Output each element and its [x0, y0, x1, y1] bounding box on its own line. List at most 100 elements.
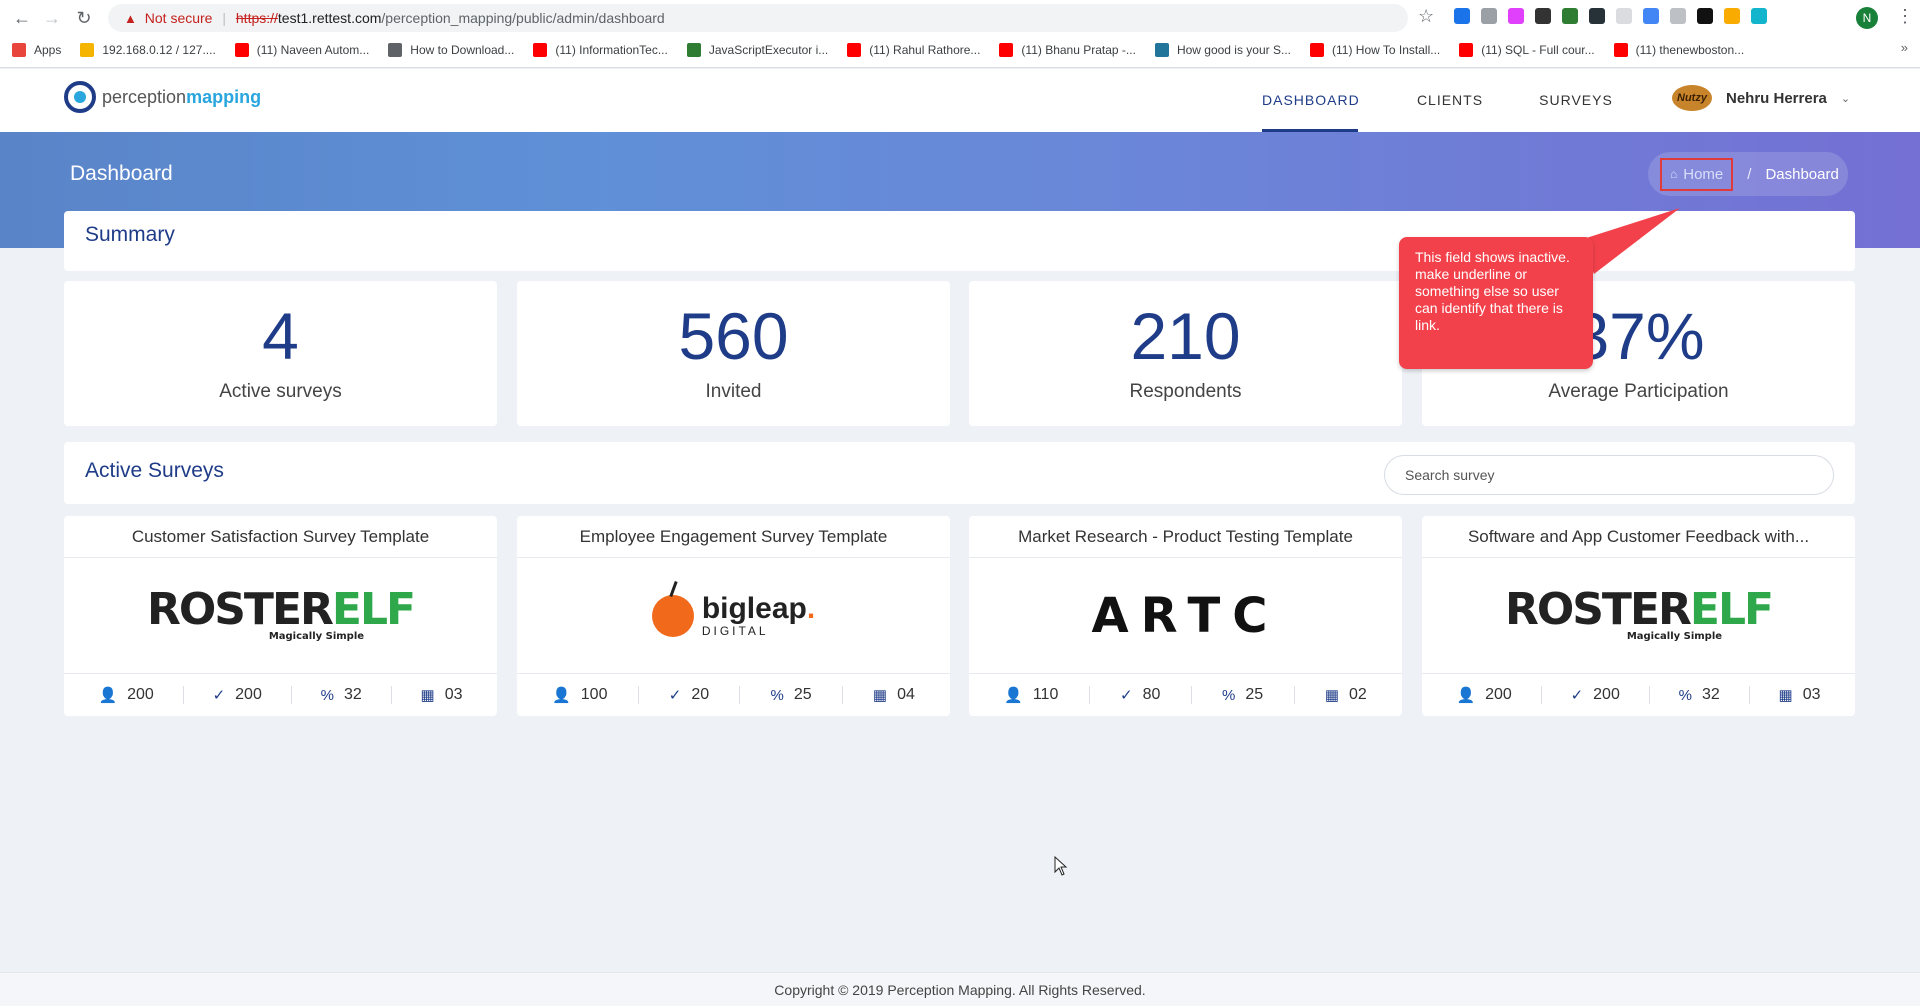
nav-surveys[interactable]: SURVEYS — [1538, 69, 1614, 132]
bookmark-item[interactable]: Apps — [12, 43, 61, 57]
extension-icon[interactable] — [1751, 8, 1767, 24]
extension-icon[interactable] — [1454, 8, 1470, 24]
extension-icon[interactable] — [1481, 8, 1497, 24]
survey-card[interactable]: Employee Engagement Survey Template bigl… — [517, 516, 950, 716]
survey-card-stats: 👤 200 ✓ 200 % 32 ▦ 03 — [1422, 674, 1855, 716]
breadcrumb-separator: / — [1747, 165, 1752, 183]
bookmark-label: (11) Rahul Rathore... — [869, 43, 981, 57]
percent-value: 25 — [793, 686, 812, 703]
responded-stat: ✓ 200 — [213, 686, 262, 704]
bookmark-item[interactable]: How good is your S... — [1154, 43, 1291, 57]
bookmark-favicon — [686, 43, 701, 57]
home-icon: ⌂ — [1670, 167, 1678, 181]
bookmark-label: (11) Bhanu Pratap -... — [1021, 43, 1136, 57]
survey-card[interactable]: Software and App Customer Feedback with.… — [1422, 516, 1855, 716]
survey-card-title[interactable]: Employee Engagement Survey Template — [517, 516, 950, 558]
bookmarks-bar: Apps 192.168.0.12 / 127.... (11) Naveen … — [0, 38, 1920, 62]
forward-icon[interactable]: → — [40, 6, 64, 30]
calendar-icon: ▦ — [872, 687, 888, 704]
bookmark-item[interactable]: (11) Naveen Autom... — [234, 43, 369, 57]
logo-text: ELF — [331, 583, 416, 635]
rosterelf-logo: ROSTERELF Magically Simple — [147, 587, 416, 643]
extension-icon[interactable] — [1670, 8, 1686, 24]
logo-text: ELF — [1689, 583, 1774, 635]
survey-card-stats: 👤 200 ✓ 200 % 32 ▦ 03 — [64, 674, 497, 716]
bookmark-item[interactable]: (11) How To Install... — [1310, 43, 1440, 57]
responded-count: 200 — [1593, 686, 1620, 703]
divider — [841, 686, 843, 704]
bookmark-item[interactable]: 192.168.0.12 / 127.... — [80, 43, 216, 57]
bookmark-item[interactable]: (11) SQL - Full cour... — [1459, 43, 1595, 57]
url-path: /perception_mapping/public/admin/dashboa… — [381, 10, 665, 26]
artc-logo: ARTC — [1091, 587, 1280, 644]
invited-count: 100 — [580, 686, 608, 703]
extension-icon[interactable] — [1643, 8, 1659, 24]
extension-icon[interactable] — [1508, 8, 1524, 24]
user-icon: 👤 — [98, 687, 118, 704]
page-title: Dashboard — [70, 162, 173, 185]
breadcrumb-current: Dashboard — [1765, 165, 1839, 183]
bookmark-star-icon[interactable]: ☆ — [1418, 6, 1434, 27]
bookmark-item[interactable]: How to Download... — [388, 43, 514, 57]
check-circle-icon: ✓ — [212, 687, 226, 704]
back-icon[interactable]: ← — [10, 6, 34, 30]
divider — [637, 686, 639, 704]
not-secure-label: Not secure — [144, 10, 213, 26]
user-name: Nehru Herrera — [1726, 89, 1827, 107]
bookmark-item[interactable]: (11) Rahul Rathore... — [847, 43, 980, 57]
youtube-icon — [234, 43, 249, 57]
logo-text: . — [806, 591, 816, 625]
extension-icon[interactable] — [1724, 8, 1740, 24]
bookmark-label: (11) SQL - Full cour... — [1481, 43, 1595, 57]
profile-avatar[interactable]: N — [1856, 7, 1878, 29]
summary-title: Summary — [85, 223, 175, 246]
percent-stat: % 25 — [770, 686, 811, 704]
warning-icon: ▲ — [124, 11, 137, 26]
bookmark-item[interactable]: (11) thenewboston... — [1613, 43, 1744, 57]
app-logo[interactable]: perceptionmapping — [64, 81, 261, 113]
bookmark-item[interactable]: (11) InformationTec... — [533, 43, 668, 57]
survey-card[interactable]: Market Research - Product Testing Templa… — [969, 516, 1402, 716]
client-logo: ROSTERELF Magically Simple — [64, 558, 497, 674]
divider — [1648, 686, 1650, 704]
survey-card-title[interactable]: Software and App Customer Feedback with.… — [1422, 516, 1855, 558]
bookmark-label: (11) InformationTec... — [555, 43, 668, 57]
stat-label: Invited — [705, 381, 762, 402]
logo-text: bigleap — [701, 591, 807, 625]
url-protocol: https:// — [235, 10, 278, 26]
invited-stat: 👤 200 — [98, 686, 153, 704]
bookmark-item[interactable]: JavaScriptExecutor i... — [686, 43, 828, 57]
responded-count: 20 — [691, 686, 710, 703]
survey-card[interactable]: Customer Satisfaction Survey Template RO… — [64, 516, 497, 716]
client-logo: ROSTERELF Magically Simple — [1422, 558, 1855, 674]
address-bar[interactable]: ▲ Not secure | https://test1.rettest.com… — [108, 4, 1408, 32]
divider — [182, 686, 184, 704]
extension-icon[interactable] — [1535, 8, 1551, 24]
bookmark-item[interactable]: (11) Bhanu Pratap -... — [999, 43, 1136, 57]
divider — [1540, 686, 1542, 704]
survey-card-title[interactable]: Market Research - Product Testing Templa… — [969, 516, 1402, 558]
browser-menu-icon[interactable]: ⋮ — [1896, 6, 1914, 27]
breadcrumb-home-link[interactable]: ⌂ Home — [1660, 157, 1734, 191]
percent-icon: % — [1222, 686, 1236, 704]
divider — [739, 686, 741, 704]
extension-icon[interactable] — [1562, 8, 1578, 24]
divider — [1748, 686, 1750, 704]
survey-card-stats: 👤 100 ✓ 20 % 25 ▦ 04 — [517, 674, 950, 716]
extension-icon[interactable] — [1589, 8, 1605, 24]
nav-dashboard[interactable]: DASHBOARD — [1262, 69, 1359, 132]
search-survey-input[interactable] — [1384, 455, 1834, 495]
reload-icon[interactable]: ↻ — [72, 6, 96, 30]
bookmarks-overflow-icon[interactable]: » — [1901, 40, 1908, 55]
user-menu[interactable]: Nutzy Nehru Herrera ⌄ — [1672, 85, 1850, 111]
stat-card-respondents: 210 Respondents — [969, 281, 1402, 426]
stat-value: 560 — [678, 299, 789, 373]
extension-icon[interactable] — [1697, 8, 1713, 24]
stat-card-active-surveys: 4 Active surveys — [64, 281, 497, 426]
client-logo: bigleap. DIGITAL — [517, 558, 950, 674]
divider — [1293, 686, 1295, 704]
bookmark-label: 192.168.0.12 / 127.... — [102, 43, 216, 57]
extension-icon[interactable] — [1616, 8, 1632, 24]
nav-clients[interactable]: CLIENTS — [1412, 69, 1488, 132]
survey-card-title[interactable]: Customer Satisfaction Survey Template — [64, 516, 497, 558]
